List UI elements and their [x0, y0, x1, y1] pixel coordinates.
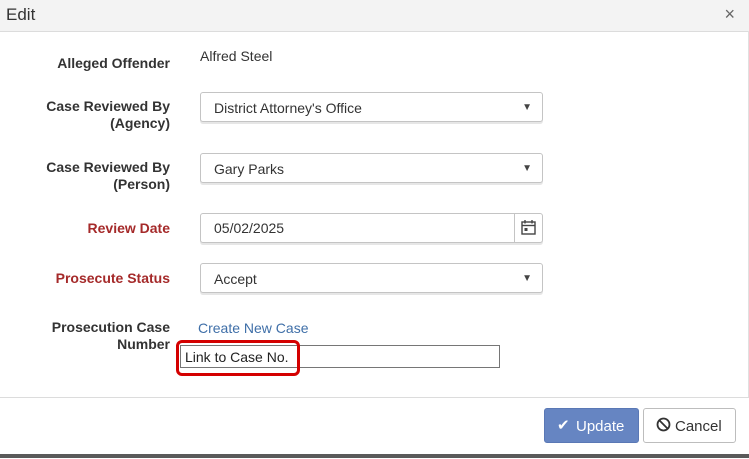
alleged-offender-label: Alleged Offender [57, 55, 170, 72]
review-date-value: 05/02/2025 [214, 220, 285, 236]
check-icon: ✔ [557, 417, 570, 434]
highlight-box [176, 340, 300, 376]
ban-icon [656, 417, 671, 436]
prosecute-status-value: Accept [214, 271, 257, 287]
chevron-down-icon: ▼ [522, 102, 532, 113]
reviewed-by-person-label-line1: Case Reviewed By [46, 159, 170, 175]
dialog-title: Edit [6, 5, 36, 24]
create-new-case-link[interactable]: Create New Case [198, 320, 309, 336]
edit-dialog: Edit × Alleged Offender Alfred Steel Cas… [0, 0, 749, 458]
close-icon[interactable]: × [724, 4, 735, 25]
reviewed-by-agency-value: District Attorney's Office [214, 100, 362, 116]
update-button[interactable]: ✔ Update [544, 408, 639, 443]
reviewed-by-agency-label: Case Reviewed By (Agency) [46, 98, 170, 132]
calendar-icon[interactable] [514, 214, 542, 242]
cancel-button[interactable]: Cancel [643, 408, 736, 443]
dialog-titlebar: Edit × [0, 0, 749, 32]
chevron-down-icon: ▼ [522, 163, 532, 174]
review-date-input[interactable]: 05/02/2025 [200, 213, 543, 243]
cancel-button-label: Cancel [675, 418, 722, 435]
dialog-footer: ✔ Update Cancel [0, 397, 749, 459]
chevron-down-icon: ▼ [522, 273, 532, 284]
reviewed-by-person-label: Case Reviewed By (Person) [46, 159, 170, 193]
prosecute-status-label-text: Prosecute Status [55, 270, 170, 286]
alleged-offender-value: Alfred Steel [200, 48, 273, 64]
reviewed-by-agency-select[interactable]: District Attorney's Office ▼ [200, 92, 543, 122]
prosecute-status-select[interactable]: Accept ▼ [200, 263, 543, 293]
bottom-bar [0, 454, 749, 458]
prosecution-case-number-label: Prosecution Case Number [52, 319, 170, 353]
prosecution-case-number-label-line1: Prosecution Case [51, 319, 170, 335]
prosecute-status-label: Prosecute Status [56, 270, 170, 287]
reviewed-by-person-value: Gary Parks [214, 161, 285, 177]
reviewed-by-agency-label-line1: Case Reviewed By [46, 98, 170, 114]
reviewed-by-person-label-line2: (Person) [113, 176, 170, 192]
review-date-label: Review Date [88, 220, 170, 237]
reviewed-by-person-select[interactable]: Gary Parks ▼ [200, 153, 543, 183]
review-date-label-text: Review Date [87, 220, 170, 236]
update-button-label: Update [576, 418, 625, 435]
prosecution-case-number-label-line2: Number [117, 336, 170, 352]
alleged-offender-label-text: Alleged Offender [57, 55, 170, 71]
reviewed-by-agency-label-line2: (Agency) [110, 115, 170, 131]
